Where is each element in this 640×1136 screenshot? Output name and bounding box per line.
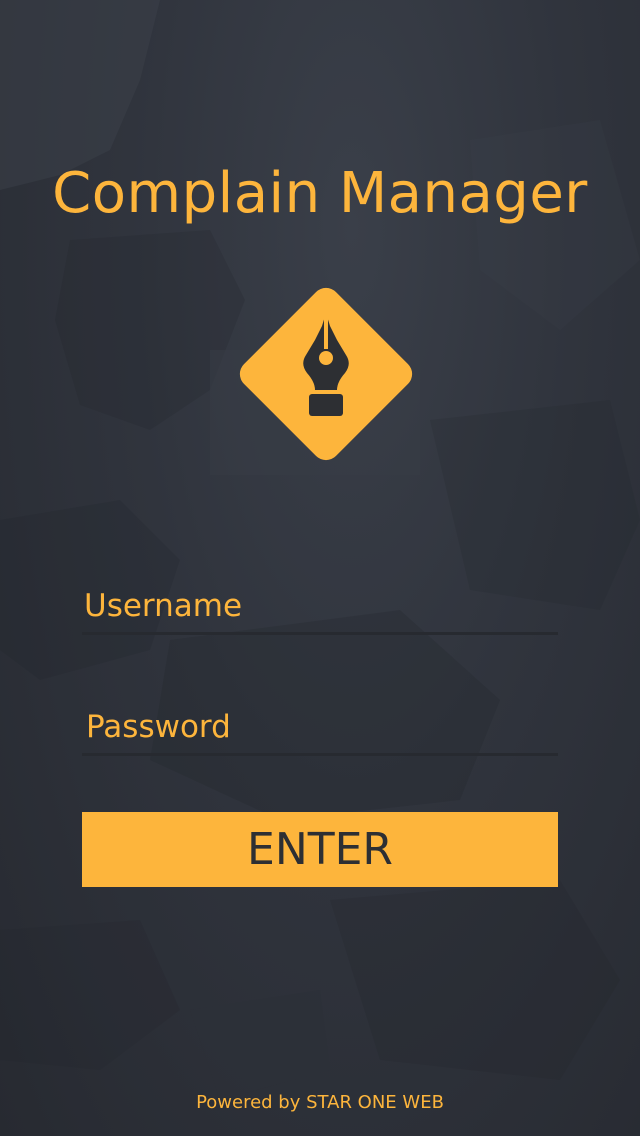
enter-button[interactable]: ENTER (82, 812, 558, 887)
username-input[interactable] (82, 579, 558, 635)
password-input[interactable] (82, 700, 558, 756)
login-screen: Complain Manager ENTER Powered by STAR O… (0, 0, 640, 1136)
fountain-pen-nib-icon (239, 287, 413, 461)
powered-by-footer: Powered by STAR ONE WEB (196, 1092, 444, 1113)
app-title: Complain Manager (52, 161, 588, 226)
